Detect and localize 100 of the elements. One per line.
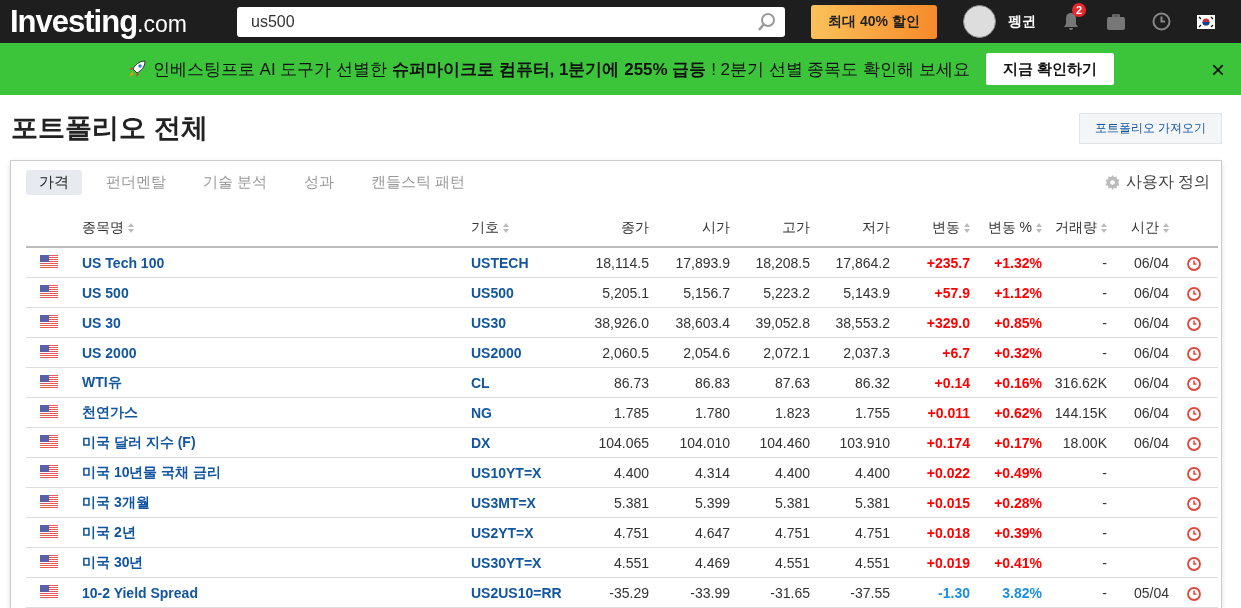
instrument-name-link[interactable]: WTI유 bbox=[82, 373, 122, 390]
change-value: +0.011 bbox=[927, 404, 970, 421]
user-name[interactable]: 펭귄 bbox=[1008, 12, 1036, 31]
check-now-button[interactable]: 지금 확인하기 bbox=[985, 53, 1115, 86]
column-header[interactable]: 거래량 bbox=[1055, 218, 1107, 237]
time-value: 06/04 bbox=[1133, 344, 1169, 361]
clock-icon[interactable] bbox=[1186, 526, 1201, 541]
price-value: 5.399 bbox=[694, 494, 730, 511]
instrument-name-link[interactable]: US 30 bbox=[82, 314, 121, 331]
import-portfolio-button[interactable]: 포트폴리오 가져오기 bbox=[1078, 112, 1222, 144]
instrument-name-link[interactable]: US 2000 bbox=[82, 344, 137, 361]
instrument-name-link[interactable]: 미국 3개월 bbox=[82, 493, 150, 510]
search-bar[interactable]: us500 bbox=[237, 6, 785, 37]
clock-icon[interactable] bbox=[1186, 376, 1201, 391]
time-value: 05/04 bbox=[1133, 584, 1169, 601]
price-value: 4.551 bbox=[774, 554, 810, 571]
symbol-link[interactable]: US2US10=RR bbox=[471, 584, 562, 601]
clock-icon[interactable] bbox=[1186, 556, 1201, 571]
briefcase-icon[interactable] bbox=[1106, 12, 1126, 31]
time-value: 06/04 bbox=[1133, 434, 1169, 451]
clock-icon[interactable] bbox=[1186, 406, 1201, 421]
change-percent: +0.49% bbox=[994, 464, 1042, 481]
change-percent: +1.12% bbox=[994, 284, 1042, 301]
instrument-name-link[interactable]: 미국 달러 지수 (F) bbox=[82, 433, 196, 450]
price-value: 1.785 bbox=[613, 404, 649, 421]
clock-icon[interactable] bbox=[1186, 586, 1201, 601]
search-field[interactable]: us500 bbox=[249, 11, 757, 32]
price-value: 2,072.1 bbox=[763, 344, 810, 361]
clock-icon[interactable] bbox=[1186, 286, 1201, 301]
instrument-name-link[interactable]: US Tech 100 bbox=[82, 254, 165, 271]
price-value: 4.400 bbox=[774, 464, 810, 481]
clock-icon[interactable] bbox=[1186, 496, 1201, 511]
search-icon[interactable] bbox=[757, 11, 777, 32]
discount-button[interactable]: 최대 40% 할인 bbox=[811, 4, 937, 39]
us-flag-icon bbox=[40, 584, 58, 598]
change-value: +0.14 bbox=[934, 374, 970, 391]
investing-logo[interactable]: Investing.com bbox=[10, 3, 237, 40]
us-flag-icon bbox=[40, 254, 58, 268]
change-percent: +0.17% bbox=[994, 434, 1042, 451]
column-header[interactable]: 변동 % bbox=[987, 218, 1042, 237]
price-value: 2,037.3 bbox=[843, 344, 890, 361]
korea-flag-icon[interactable] bbox=[1197, 14, 1215, 29]
symbol-link[interactable]: US3MT=X bbox=[471, 494, 536, 511]
instrument-name-link[interactable]: 미국 2년 bbox=[82, 523, 136, 540]
symbol-link[interactable]: DX bbox=[471, 434, 491, 451]
volume-value: - bbox=[1102, 584, 1107, 601]
symbol-link[interactable]: US500 bbox=[471, 284, 514, 301]
column-header[interactable]: 변동 bbox=[932, 218, 970, 237]
clock-icon[interactable] bbox=[1186, 346, 1201, 361]
instrument-name-link[interactable]: 천연가스 bbox=[82, 403, 138, 420]
column-header[interactable]: 기호 bbox=[471, 218, 509, 237]
instrument-name-link[interactable]: 미국 30년 bbox=[82, 553, 144, 570]
clock-icon[interactable] bbox=[1152, 12, 1171, 31]
tab[interactable]: 가격 bbox=[26, 169, 82, 195]
price-value: 5,156.7 bbox=[683, 284, 730, 301]
symbol-link[interactable]: USTECH bbox=[471, 254, 529, 271]
clock-icon[interactable] bbox=[1186, 436, 1201, 451]
us-flag-icon bbox=[40, 284, 58, 298]
instrument-name-link[interactable]: US 500 bbox=[82, 284, 129, 301]
customize-button[interactable]: 사용자 정의 bbox=[1104, 171, 1218, 193]
change-value: +57.9 bbox=[934, 284, 970, 301]
close-button[interactable]: × bbox=[1211, 57, 1225, 84]
change-percent: +0.39% bbox=[994, 524, 1042, 541]
symbol-link[interactable]: US30YT=X bbox=[471, 554, 542, 571]
symbol-link[interactable]: NG bbox=[471, 404, 492, 421]
clock-icon[interactable] bbox=[1186, 466, 1201, 481]
change-value: -1.30 bbox=[938, 584, 970, 601]
price-value: 5.381 bbox=[854, 494, 890, 511]
price-value: 38,603.4 bbox=[675, 314, 730, 331]
avatar[interactable] bbox=[963, 5, 996, 38]
price-value: 104.010 bbox=[679, 434, 730, 451]
price-value: 104.065 bbox=[598, 434, 649, 451]
symbol-link[interactable]: US2000 bbox=[471, 344, 522, 361]
symbol-link[interactable]: CL bbox=[471, 374, 490, 391]
change-value: +0.022 bbox=[926, 464, 970, 481]
price-value: 5.381 bbox=[774, 494, 810, 511]
time-value: 06/04 bbox=[1133, 374, 1169, 391]
column-header[interactable]: 시간 bbox=[1131, 218, 1169, 237]
instrument-name-link[interactable]: 10-2 Yield Spread bbox=[82, 584, 198, 601]
clock-icon[interactable] bbox=[1186, 256, 1201, 271]
change-value: +0.015 bbox=[926, 494, 970, 511]
clock-icon[interactable] bbox=[1186, 316, 1201, 331]
symbol-link[interactable]: US30 bbox=[471, 314, 507, 331]
bell-icon[interactable] bbox=[1062, 12, 1080, 31]
price-value: 38,926.0 bbox=[594, 314, 649, 331]
volume-value: - bbox=[1102, 314, 1107, 331]
price-value: 4.400 bbox=[613, 464, 649, 481]
us-flag-icon bbox=[40, 374, 58, 388]
symbol-link[interactable]: US10YT=X bbox=[471, 464, 542, 481]
instrument-name-link[interactable]: 미국 10년물 국채 금리 bbox=[82, 463, 222, 480]
column-header[interactable]: 종목명 bbox=[82, 218, 134, 237]
price-value: -37.55 bbox=[850, 584, 890, 601]
time-value: 06/04 bbox=[1133, 404, 1169, 421]
column-header: 종가 bbox=[621, 218, 649, 237]
price-value: 1.823 bbox=[774, 404, 810, 421]
volume-value: - bbox=[1102, 464, 1107, 481]
symbol-link[interactable]: US2YT=X bbox=[471, 524, 534, 541]
price-value: 18,208.5 bbox=[755, 254, 810, 271]
promo-message: 인베스팅프로 AI 도구가 선별한 슈퍼마이크로 컴퓨터, 1분기에 255% 급등 ! 2분기 선별 종목도 확인해 보세요 bbox=[152, 58, 970, 81]
price-value: 39,052.8 bbox=[755, 314, 810, 331]
